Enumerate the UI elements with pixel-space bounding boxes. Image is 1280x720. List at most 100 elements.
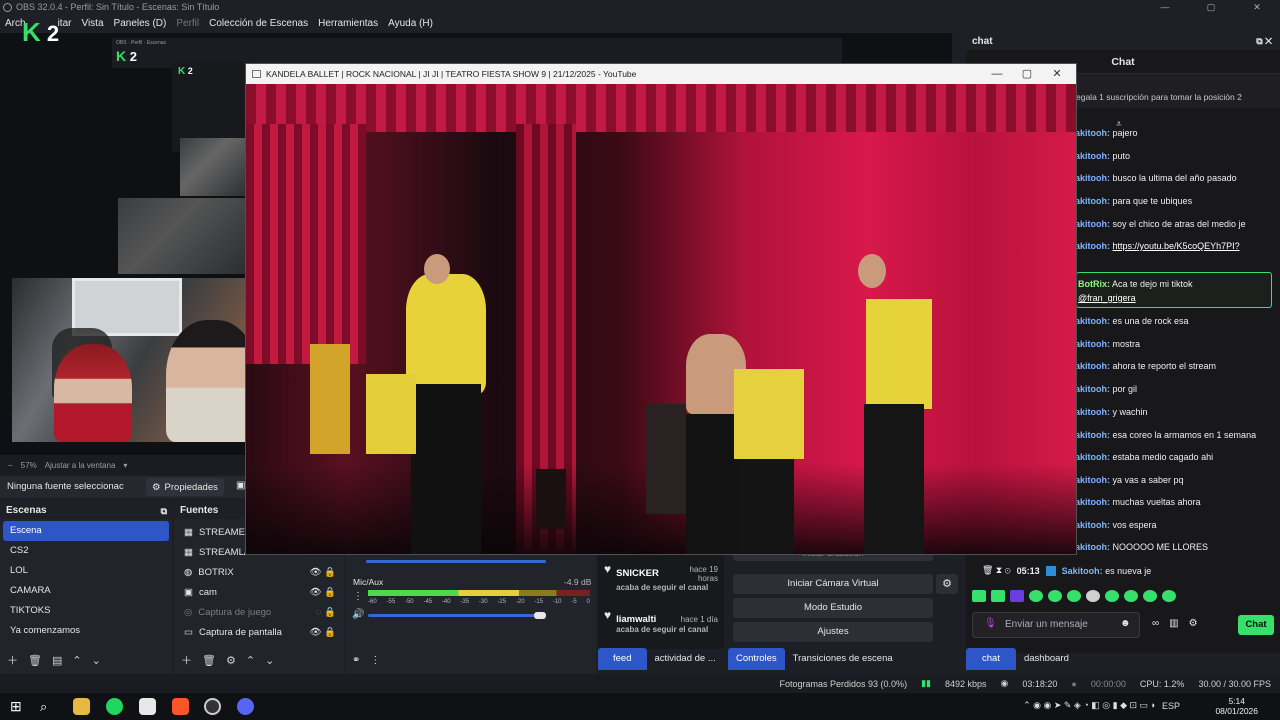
chat-username[interactable]: akitooh: [1075, 361, 1110, 371]
mic-icon[interactable]: 🎙 [984, 618, 997, 629]
chat-username[interactable]: akitooh: [1075, 475, 1110, 485]
move-down-icon[interactable]: ⌄ [92, 654, 101, 667]
scene-item[interactable]: CAMARA [3, 581, 169, 601]
discord-icon[interactable] [237, 698, 254, 715]
chat-input[interactable]: Enviar un mensaje [972, 612, 1140, 638]
feed-item[interactable]: ♥ SNICKER hace 19 horas acaba de seguir e… [598, 555, 724, 601]
emote-icon[interactable] [1143, 590, 1157, 602]
scene-item[interactable]: Ya comenzamos [3, 621, 169, 641]
mod-icons[interactable]: 🗑 ⧗ ⊙ [982, 565, 1011, 576]
chat-send-button[interactable]: Chat [1238, 615, 1274, 635]
chat-message-bot-handle[interactable]: @fran_grigera [1078, 293, 1136, 303]
emote-icon[interactable] [1048, 590, 1062, 602]
kebab-menu-icon[interactable]: ⋮ [353, 591, 363, 602]
close-button[interactable]: ✕ [1234, 0, 1280, 15]
chat-username[interactable]: akitooh: [1075, 151, 1110, 161]
feed-item[interactable]: ♥ liamwalti hace 1 día acaba de seguir el… [598, 601, 724, 647]
add-icon[interactable]: ＋ [7, 652, 18, 668]
brave-icon[interactable] [172, 698, 189, 715]
emote-icon[interactable] [972, 590, 986, 602]
menu-scene-collection[interactable]: Colección de Escenas [209, 15, 308, 33]
menu-tools[interactable]: Herramientas [318, 15, 378, 33]
add-icon[interactable]: ＋ [181, 652, 192, 668]
clock[interactable]: 5:14 08/01/2026 [1215, 696, 1258, 716]
zoom-fit-select[interactable]: Ajustar a la ventana [45, 461, 116, 470]
emote-icon[interactable] [1029, 590, 1043, 602]
chat-username[interactable]: akitooh: [1075, 407, 1110, 417]
gear-icon[interactable]: ⚙ [1189, 618, 1198, 629]
menu-profile[interactable]: Perfil [176, 15, 199, 33]
source-item[interactable]: ◍ BOTRIX 👁 🔒 [174, 562, 344, 582]
chat-username[interactable]: akitooh: [1075, 219, 1110, 229]
infinity-icon[interactable]: ∞ [1152, 618, 1159, 629]
tab-chat[interactable]: chat [966, 648, 1016, 670]
emote-icon[interactable] [1124, 590, 1138, 602]
youtube-titlebar[interactable]: KANDELA BALLET | ROCK NACIONAL | JI JI |… [246, 64, 1076, 84]
emote-icon[interactable] [1067, 590, 1081, 602]
emoji-icon[interactable]: ☻ [1120, 618, 1131, 629]
partial-channel-slider[interactable] [366, 557, 546, 565]
search-icon[interactable]: ⌕ [40, 698, 57, 715]
undock-icon[interactable]: ⧉ [161, 503, 167, 519]
volume-slider-knob[interactable] [534, 612, 546, 619]
emote-icon[interactable] [1010, 590, 1024, 602]
chevron-down-icon[interactable]: ▾ [123, 461, 127, 470]
windows-start-icon[interactable]: ⊞ [10, 698, 27, 715]
gear-icon[interactable]: ⚙ [226, 654, 236, 667]
virtual-camera-button[interactable]: Iniciar Cámara Virtual [733, 574, 933, 594]
filter-icon[interactable]: ▤ [52, 654, 62, 667]
speaker-icon[interactable]: 🔊 [352, 609, 364, 620]
link-icon[interactable]: ⚭ [352, 655, 360, 666]
chat-username[interactable]: akitooh: [1075, 196, 1110, 206]
chat-username[interactable]: akitooh: [1075, 430, 1110, 440]
tab-feed[interactable]: feed [598, 648, 647, 670]
maximize-button[interactable]: ▢ [1188, 0, 1234, 15]
chat-username[interactable]: akitooh: [1075, 128, 1110, 138]
zoom-minus[interactable]: − [8, 461, 13, 470]
gear-icon[interactable]: ⚙ [936, 574, 958, 594]
store-icon[interactable]: ▥ [1169, 618, 1178, 629]
maximize-button[interactable]: ▢ [1012, 64, 1042, 84]
youtube-video[interactable] [246, 84, 1076, 554]
source-item[interactable]: ▣ cam 👁 🔒 [174, 582, 344, 602]
scene-item[interactable]: CS2 [3, 541, 169, 561]
chat-username[interactable]: akitooh: [1075, 241, 1110, 251]
menu-view[interactable]: Vista [81, 15, 103, 33]
move-down-icon[interactable]: ⌄ [265, 654, 274, 667]
chat-username[interactable]: akitooh: [1075, 542, 1110, 552]
obs-icon[interactable] [204, 698, 221, 715]
chat-username[interactable]: akitooh: [1075, 497, 1110, 507]
emote-icon[interactable] [1105, 590, 1119, 602]
menu-docks[interactable]: Paneles (D) [114, 15, 167, 33]
undock-icon[interactable]: ⧉ ✕ [1256, 33, 1272, 50]
scene-item[interactable]: Escena [3, 521, 169, 541]
youtube-window[interactable]: KANDELA BALLET | ROCK NACIONAL | JI JI |… [245, 63, 1077, 555]
kebab-menu-icon[interactable]: ⋮ [370, 655, 380, 666]
move-up-icon[interactable]: ⌃ [72, 654, 81, 667]
chat-username[interactable]: akitooh: [1075, 316, 1110, 326]
language[interactable]: ESP [1162, 701, 1180, 711]
minimize-button[interactable]: — [1142, 0, 1188, 15]
source-item[interactable]: ◎ Captura de juego ◌ 🔒 [174, 602, 344, 622]
tab-transitions[interactable]: Transiciones de escena [785, 648, 901, 670]
minimize-button[interactable]: — [982, 64, 1012, 84]
file-explorer-icon[interactable] [73, 698, 90, 715]
move-up-icon[interactable]: ⌃ [246, 654, 255, 667]
eye-icon[interactable]: 👁 🔒 [309, 627, 336, 638]
chat-username[interactable]: akitooh: [1075, 384, 1110, 394]
chat-username[interactable]: akitooh: [1075, 339, 1110, 349]
emote-icon[interactable] [991, 590, 1005, 602]
emote-icon[interactable] [1162, 590, 1176, 602]
trash-icon[interactable]: 🗑 [28, 654, 42, 667]
source-item[interactable]: ▭ Captura de pantalla 👁 🔒 [174, 622, 344, 642]
tab-dashboard[interactable]: dashboard [1016, 648, 1077, 670]
tab-controls[interactable]: Controles [728, 648, 785, 670]
chat-username[interactable]: akitooh: [1075, 520, 1110, 530]
properties-button[interactable]: ⚙ Propiedades [146, 478, 224, 496]
volume-slider[interactable] [368, 614, 540, 617]
settings-button[interactable]: Ajustes [733, 622, 933, 642]
tab-activity[interactable]: actividad de ... [647, 648, 724, 670]
chat-username[interactable]: akitooh: [1075, 173, 1110, 183]
store-icon[interactable] [139, 698, 156, 715]
studio-mode-button[interactable]: Modo Estudio [733, 598, 933, 618]
